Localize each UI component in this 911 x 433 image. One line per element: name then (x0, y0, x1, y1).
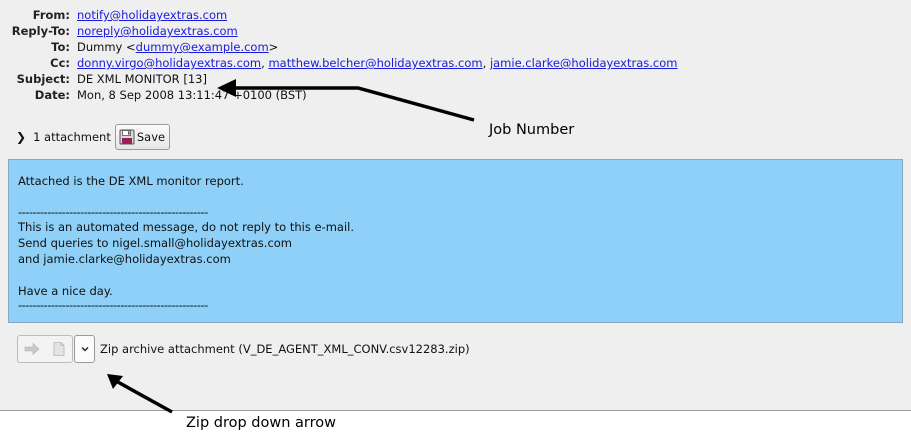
annotation-arrows (107, 79, 475, 414)
zip-dropdown-arrow (115, 379, 173, 414)
zip-dropdown-annotation: Zip drop down arrow (186, 415, 337, 431)
job-number-arrow (232, 86, 475, 122)
zip-dropdown-arrowhead (107, 374, 123, 389)
job-number-annotation: Job Number (489, 122, 575, 138)
job-number-arrowhead (217, 79, 236, 97)
